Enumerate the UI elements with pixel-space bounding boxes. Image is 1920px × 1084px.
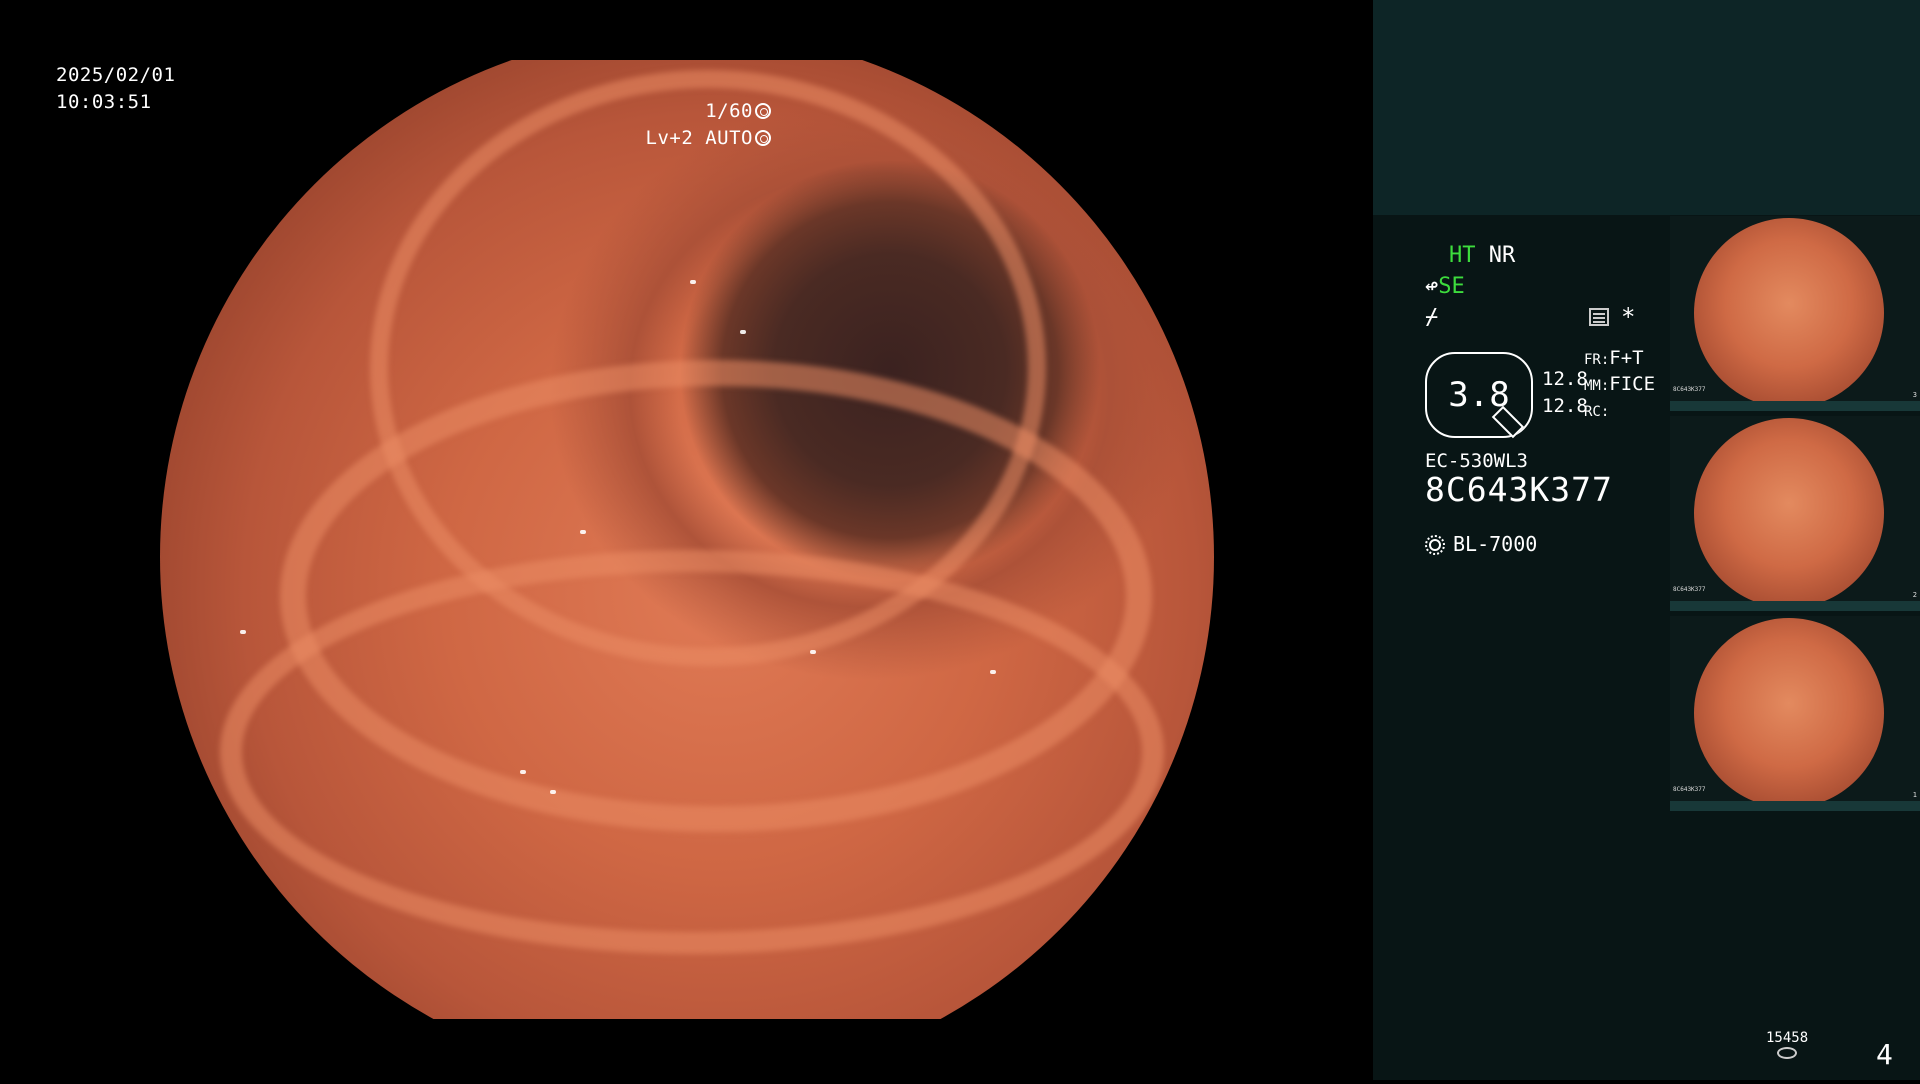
ht-indicator: HT xyxy=(1449,243,1476,268)
light-source-text: BL-7000 xyxy=(1453,532,1538,556)
thumbnail-number: 2 xyxy=(1912,591,1917,599)
thumbnail-item[interactable]: 8C643K377 3 xyxy=(1670,216,1920,411)
thumbnail-serial: 8C643K377 xyxy=(1673,386,1706,393)
thumbnail-image xyxy=(1694,418,1884,608)
fr-label: FR: xyxy=(1584,352,1610,368)
mode-block: FR:F+T MM:FICE RC: xyxy=(1584,346,1655,424)
zoom-values: 12.8 12.8 xyxy=(1542,366,1588,420)
light-reflection xyxy=(580,530,586,534)
shutter-icon xyxy=(755,103,771,119)
light-reflection xyxy=(550,790,556,794)
thumbnail-serial: 8C643K377 xyxy=(1673,586,1706,593)
light-reflection xyxy=(810,650,816,654)
endoscope-main-view: 2025/02/01 10:03:51 1/60 Lv+2 AUTO xyxy=(0,0,1373,1080)
thumbnail-serial: 8C643K377 xyxy=(1673,786,1706,793)
light-reflection xyxy=(520,770,526,774)
brightness-text: Lv+2 AUTO xyxy=(645,127,753,149)
side-panel-header xyxy=(1373,0,1920,215)
thumbnail-bar xyxy=(1670,601,1920,611)
thumbnail-item[interactable]: 8C643K377 2 xyxy=(1670,416,1920,611)
structure-icon: ↫ xyxy=(1425,274,1439,299)
sharpness-icon: ⌿ xyxy=(1425,305,1439,330)
exposure-info: 1/60 Lv+2 AUTO xyxy=(646,98,771,152)
date-text: 2025/02/01 xyxy=(56,64,176,86)
scope-serial: 8C643K377 xyxy=(1425,470,1613,509)
zoom-value-2: 12.8 xyxy=(1542,395,1588,417)
storage-count: 15458 xyxy=(1766,1030,1809,1046)
se-indicator: SE xyxy=(1438,274,1465,299)
light-reflection xyxy=(740,330,746,334)
light-reflection xyxy=(990,670,996,674)
mucosal-fold xyxy=(220,550,1164,954)
auto-icon xyxy=(755,130,771,146)
zoom-badge-icon: 3.8 xyxy=(1425,352,1533,438)
se-line: ↫SE xyxy=(1425,271,1465,302)
zoom-value: 3.8 xyxy=(1448,375,1510,415)
ht-nr-line: HT NR xyxy=(1449,240,1515,271)
thumbnail-number: 3 xyxy=(1912,391,1917,399)
shutter-text: 1/60 xyxy=(705,100,753,122)
card-icon xyxy=(1589,308,1609,326)
page-number: 4 xyxy=(1876,1038,1893,1071)
thumbnail-bar xyxy=(1670,801,1920,811)
light-reflection xyxy=(240,630,246,634)
thumbnail-list: 8C643K377 3 8C643K377 2 8C643K377 1 xyxy=(1670,216,1920,816)
info-side-panel: HT NR ↫SE ⌿ * 3.8 12.8 12.8 FR:F+T MM:FI… xyxy=(1373,0,1920,1080)
time-text: 10:03:51 xyxy=(56,91,152,113)
storage-indicator: 15458 xyxy=(1766,1030,1808,1059)
asterisk-indicator: * xyxy=(1621,303,1636,331)
thumbnail-bar xyxy=(1670,401,1920,411)
mm-value: FICE xyxy=(1609,373,1656,395)
thumbnail-number: 1 xyxy=(1912,791,1917,799)
light-source: BL-7000 xyxy=(1425,529,1537,560)
date-time: 2025/02/01 10:03:51 xyxy=(56,62,175,116)
thumbnail-image xyxy=(1694,618,1884,808)
rc-label: RC: xyxy=(1584,404,1610,420)
thumbnail-item[interactable]: 8C643K377 1 xyxy=(1670,616,1920,811)
mm-label: MM: xyxy=(1584,378,1610,394)
storage-icon xyxy=(1777,1047,1798,1059)
sun-icon xyxy=(1425,534,1445,555)
endoscopic-image xyxy=(160,60,1214,1019)
zoom-value-1: 12.8 xyxy=(1542,368,1588,390)
nr-indicator: NR xyxy=(1488,243,1516,268)
thumbnail-image xyxy=(1694,218,1884,408)
fr-value: F+T xyxy=(1609,347,1644,369)
light-reflection xyxy=(690,280,696,284)
